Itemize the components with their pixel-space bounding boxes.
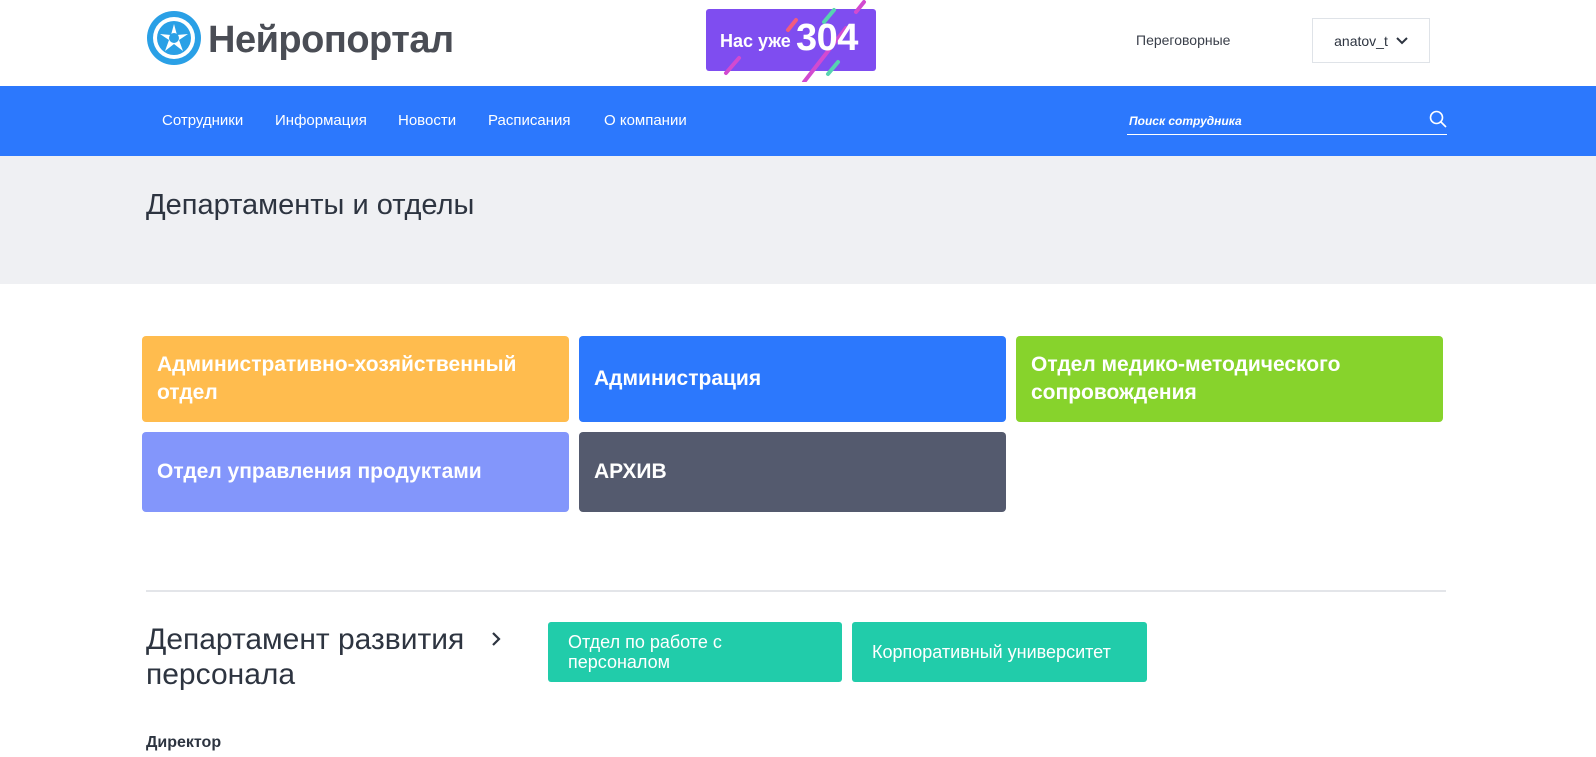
logo-icon [146,10,202,71]
top-bar: Нейропортал Нас уже 304 Переговорные ana… [0,0,1596,86]
section-divider [146,590,1446,592]
employee-count: 304 [796,17,858,59]
page-title: Департаменты и отделы [146,189,475,221]
nav-item-schedules[interactable]: Расписания [488,112,570,129]
search-input[interactable] [1127,110,1421,132]
department-tile-admin-household[interactable]: Административно-хозяйственный отдел [142,336,569,422]
department-tile-product-management[interactable]: Отдел управления продуктами [142,432,569,512]
chevron-down-icon [1396,36,1408,44]
logo-text: Нейропортал [208,18,454,61]
search-icon[interactable] [1429,110,1447,128]
nav-item-news[interactable]: Новости [398,112,456,129]
subdepartment-tile-hr[interactable]: Отдел по работе с персоналом [548,622,842,682]
department-tile-medical-support[interactable]: Отдел медико-методического сопровождения [1016,336,1443,422]
employee-search [1127,110,1447,135]
page-header: Департаменты и отделы [0,156,1596,284]
banner-label: Нас уже [720,31,791,51]
department-tile-administration[interactable]: Администрация [579,336,1006,422]
nav-item-information[interactable]: Информация [275,112,367,129]
nav-item-employees[interactable]: Сотрудники [162,112,243,129]
department-tile-archive[interactable]: АРХИВ [579,432,1006,512]
subdepartment-tile-corporate-university[interactable]: Корпоративный университет [852,622,1147,682]
director-label: Директор [146,734,222,751]
user-menu-dropdown[interactable]: anatov_t [1312,18,1430,63]
employee-count-banner[interactable]: Нас уже 304 [706,0,876,82]
department-title[interactable]: Департамент развития персонала [146,622,496,692]
logo[interactable]: Нейропортал [146,10,454,71]
nav-item-about[interactable]: О компании [604,112,687,129]
chevron-right-icon[interactable] [490,630,502,648]
meeting-rooms-link[interactable]: Переговорные [1136,32,1230,48]
main-nav: Сотрудники Информация Новости Расписания… [0,86,1596,156]
username: anatov_t [1334,32,1388,49]
